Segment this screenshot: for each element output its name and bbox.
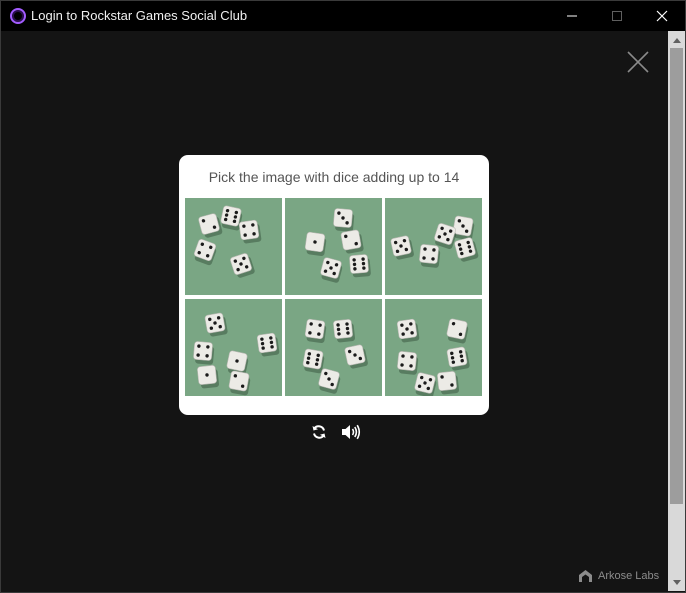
arkose-logo-icon xyxy=(579,570,592,582)
scroll-thumb[interactable] xyxy=(670,48,683,504)
die xyxy=(397,351,419,375)
dice-photo xyxy=(185,299,282,396)
die-face xyxy=(304,318,326,340)
minimize-icon xyxy=(567,15,577,17)
dice-photo xyxy=(185,198,282,295)
die-face xyxy=(419,244,439,264)
die xyxy=(419,244,441,268)
arkose-branding: Arkose Labs xyxy=(578,568,659,584)
die-face xyxy=(193,341,213,361)
die xyxy=(228,370,251,396)
die-face xyxy=(238,219,260,241)
dice-image-tile[interactable] xyxy=(185,299,282,396)
die xyxy=(304,318,327,344)
close-icon xyxy=(656,10,668,22)
minimize-button[interactable] xyxy=(549,1,595,31)
die-face xyxy=(333,319,353,339)
maximize-button[interactable] xyxy=(594,1,640,31)
dice-image-tile[interactable] xyxy=(185,198,282,295)
dice-photo xyxy=(285,198,382,295)
dice-image-tile[interactable] xyxy=(385,299,482,396)
close-challenge-button[interactable] xyxy=(626,50,650,74)
title-bar[interactable]: Login to Rockstar Games Social Club xyxy=(1,1,685,31)
close-icon xyxy=(627,51,649,73)
die-face xyxy=(349,254,369,274)
dice-image-tile[interactable] xyxy=(285,299,382,396)
dice-photo xyxy=(385,198,482,295)
dice-image-tile[interactable] xyxy=(285,198,382,295)
die xyxy=(304,231,327,257)
close-window-button[interactable] xyxy=(639,1,685,31)
scroll-down-arrow-icon xyxy=(672,579,681,585)
dice-image-tile[interactable] xyxy=(385,198,482,295)
refresh-icon xyxy=(312,425,326,439)
dice-photo xyxy=(385,299,482,396)
audio-button[interactable] xyxy=(340,421,362,443)
challenge-controls xyxy=(308,421,368,443)
die-face xyxy=(256,332,278,354)
die xyxy=(193,341,215,365)
die-face xyxy=(340,229,362,251)
die-face xyxy=(228,370,250,392)
refresh-button[interactable] xyxy=(308,421,330,443)
die-face xyxy=(446,318,468,340)
scroll-up-button[interactable] xyxy=(668,31,685,48)
die xyxy=(333,208,355,232)
window-title: Login to Rockstar Games Social Club xyxy=(31,8,248,23)
challenge-prompt: Pick the image with dice adding up to 14 xyxy=(208,169,460,185)
scroll-down-button[interactable] xyxy=(668,574,685,591)
rockstar-social-club-icon xyxy=(10,8,26,24)
die-face xyxy=(437,371,457,391)
die-face xyxy=(220,205,242,227)
die-face xyxy=(446,346,468,368)
audio-icon xyxy=(342,424,361,440)
maximize-icon xyxy=(612,11,622,21)
arkose-labs-label: Arkose Labs xyxy=(598,570,660,582)
vertical-scrollbar[interactable] xyxy=(668,31,685,591)
captcha-modal: Pick the image with dice adding up to 14 xyxy=(179,155,489,415)
scroll-up-arrow-icon xyxy=(672,37,681,43)
image-grid xyxy=(185,198,483,396)
dice-photo xyxy=(285,299,382,396)
die-face xyxy=(397,351,417,371)
die-face xyxy=(302,348,324,370)
die xyxy=(302,348,325,374)
